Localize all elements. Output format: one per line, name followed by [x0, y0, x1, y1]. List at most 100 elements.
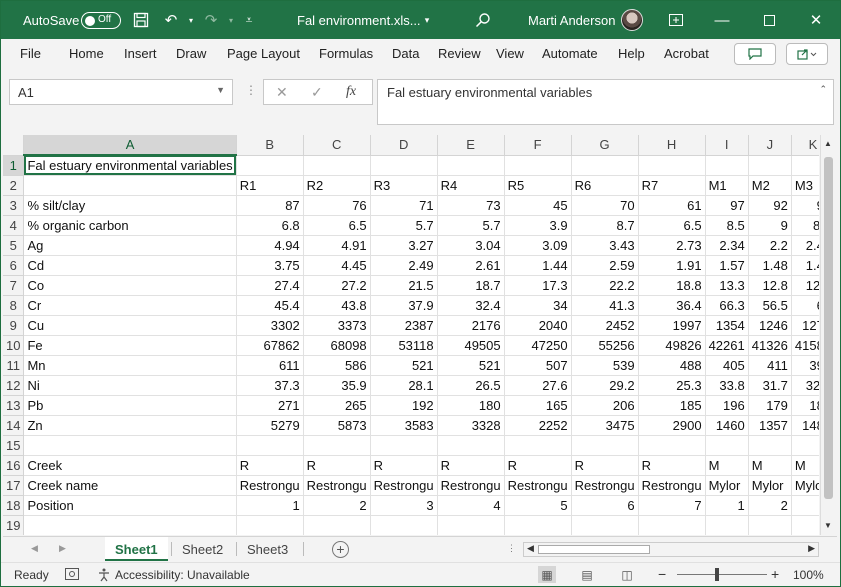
cell[interactable]: 1357 [748, 415, 792, 436]
menu-draw[interactable]: Draw [176, 46, 206, 61]
cell[interactable] [748, 515, 792, 535]
cell[interactable]: Cr [23, 295, 237, 316]
cell[interactable]: Position [23, 495, 237, 516]
horizontal-scrollbar[interactable]: ◀ ▶ [523, 542, 819, 557]
cell[interactable]: Creek name [23, 475, 237, 496]
cell[interactable]: Ni [23, 375, 237, 396]
cell[interactable]: 1246 [748, 315, 792, 336]
cell[interactable]: 37.9 [370, 295, 438, 316]
accessibility-icon[interactable] [97, 568, 111, 585]
cell[interactable]: 4.45 [303, 255, 371, 276]
cell[interactable] [303, 435, 371, 456]
formula-bar-grip-icon[interactable]: ⋮ [245, 83, 257, 97]
cell[interactable]: 1 [236, 495, 304, 516]
cell[interactable]: 2.61 [437, 255, 505, 276]
cell[interactable]: 1481 [791, 415, 819, 436]
cell[interactable]: Co [23, 275, 237, 296]
cell[interactable] [236, 435, 304, 456]
cell[interactable]: 18.7 [437, 275, 505, 296]
cell[interactable]: 12.8 [748, 275, 792, 296]
row-header[interactable]: 11 [3, 355, 25, 376]
cell[interactable] [571, 435, 639, 456]
cell[interactable]: 1.48 [748, 255, 792, 276]
cell[interactable] [705, 515, 749, 535]
cell[interactable]: 37.3 [236, 375, 304, 396]
cell[interactable]: 3.75 [236, 255, 304, 276]
cell[interactable]: 5.7 [437, 215, 505, 236]
zoom-level[interactable]: 100% [793, 568, 824, 582]
column-header-f[interactable]: F [504, 135, 572, 156]
cell[interactable]: 6.8 [236, 215, 304, 236]
filename-chevron-icon[interactable]: ▾ [417, 10, 437, 30]
cell[interactable]: 56.5 [748, 295, 792, 316]
cell[interactable] [791, 155, 819, 176]
cell[interactable]: 87 [236, 195, 304, 216]
cell[interactable]: 1.44 [504, 255, 572, 276]
cell[interactable]: 271 [236, 395, 304, 416]
cell[interactable]: 3.9 [504, 215, 572, 236]
cell[interactable]: 7 [638, 495, 706, 516]
cell[interactable] [236, 155, 304, 176]
cell[interactable]: 1.91 [638, 255, 706, 276]
cell[interactable]: 5873 [303, 415, 371, 436]
cell[interactable]: 53118 [370, 335, 438, 356]
cell[interactable]: 539 [571, 355, 639, 376]
cell[interactable]: 411 [748, 355, 792, 376]
cell[interactable]: 521 [370, 355, 438, 376]
minimize-icon[interactable]: — [699, 7, 745, 33]
cell[interactable]: 70 [571, 195, 639, 216]
undo-dropdown-icon[interactable]: ▾ [181, 10, 201, 30]
cell[interactable]: 67862 [236, 335, 304, 356]
cell[interactable]: 3475 [571, 415, 639, 436]
cell[interactable]: Restrongu [303, 475, 371, 496]
cell[interactable] [571, 155, 639, 176]
cell[interactable] [791, 515, 819, 535]
menu-page-layout[interactable]: Page Layout [227, 46, 300, 61]
column-header-c[interactable]: C [303, 135, 371, 156]
cell[interactable]: 4.94 [236, 235, 304, 256]
cell[interactable]: R7 [638, 175, 706, 196]
cell[interactable] [303, 515, 371, 535]
enter-icon[interactable]: ✓ [311, 84, 323, 101]
cell[interactable]: Fal estuary environmental variables [23, 155, 237, 176]
scroll-right-icon[interactable]: ▶ [808, 543, 815, 554]
menu-formulas[interactable]: Formulas [319, 46, 373, 61]
cell[interactable]: R2 [303, 175, 371, 196]
next-sheet-icon[interactable]: ▶ [59, 543, 66, 554]
column-header-i[interactable]: I [705, 135, 749, 156]
vertical-scrollbar[interactable]: ▲ ▼ [820, 135, 836, 535]
search-icon[interactable] [473, 10, 493, 30]
cell[interactable]: 4.91 [303, 235, 371, 256]
cell[interactable]: 3.09 [504, 235, 572, 256]
redo-dropdown-icon[interactable]: ▾ [221, 10, 241, 30]
cell[interactable]: Restrongu [638, 475, 706, 496]
cell[interactable]: 22.2 [571, 275, 639, 296]
name-box[interactable]: A1 ▼ [9, 79, 233, 105]
menu-home[interactable]: Home [69, 46, 104, 61]
cell[interactable] [437, 155, 505, 176]
cell[interactable]: 521 [437, 355, 505, 376]
cell[interactable]: 1997 [638, 315, 706, 336]
cell[interactable]: 17.3 [504, 275, 572, 296]
cell[interactable]: Cu [23, 315, 237, 336]
cell[interactable]: 2387 [370, 315, 438, 336]
cell[interactable]: 3 [791, 495, 819, 516]
cell[interactable]: 180 [437, 395, 505, 416]
cell[interactable]: R3 [370, 175, 438, 196]
cell[interactable]: 26.5 [437, 375, 505, 396]
cell[interactable]: 2 [303, 495, 371, 516]
cell[interactable] [236, 515, 304, 535]
accessibility-status[interactable]: Accessibility: Unavailable [115, 568, 250, 582]
row-header[interactable]: 5 [3, 235, 25, 256]
customize-toolbar-icon[interactable]: ⩡ [239, 10, 259, 30]
user-name[interactable]: Marti Anderson [528, 13, 615, 28]
cell[interactable]: 33.8 [705, 375, 749, 396]
menu-data[interactable]: Data [392, 46, 419, 61]
prev-sheet-icon[interactable]: ◀ [31, 543, 38, 554]
column-header-a[interactable]: A [23, 135, 237, 156]
cell[interactable]: % silt/clay [23, 195, 237, 216]
cell[interactable]: M1 [705, 175, 749, 196]
page-break-view-icon[interactable]: ◫ [618, 566, 636, 583]
cell[interactable]: 18.8 [638, 275, 706, 296]
cell[interactable]: 1 [705, 495, 749, 516]
